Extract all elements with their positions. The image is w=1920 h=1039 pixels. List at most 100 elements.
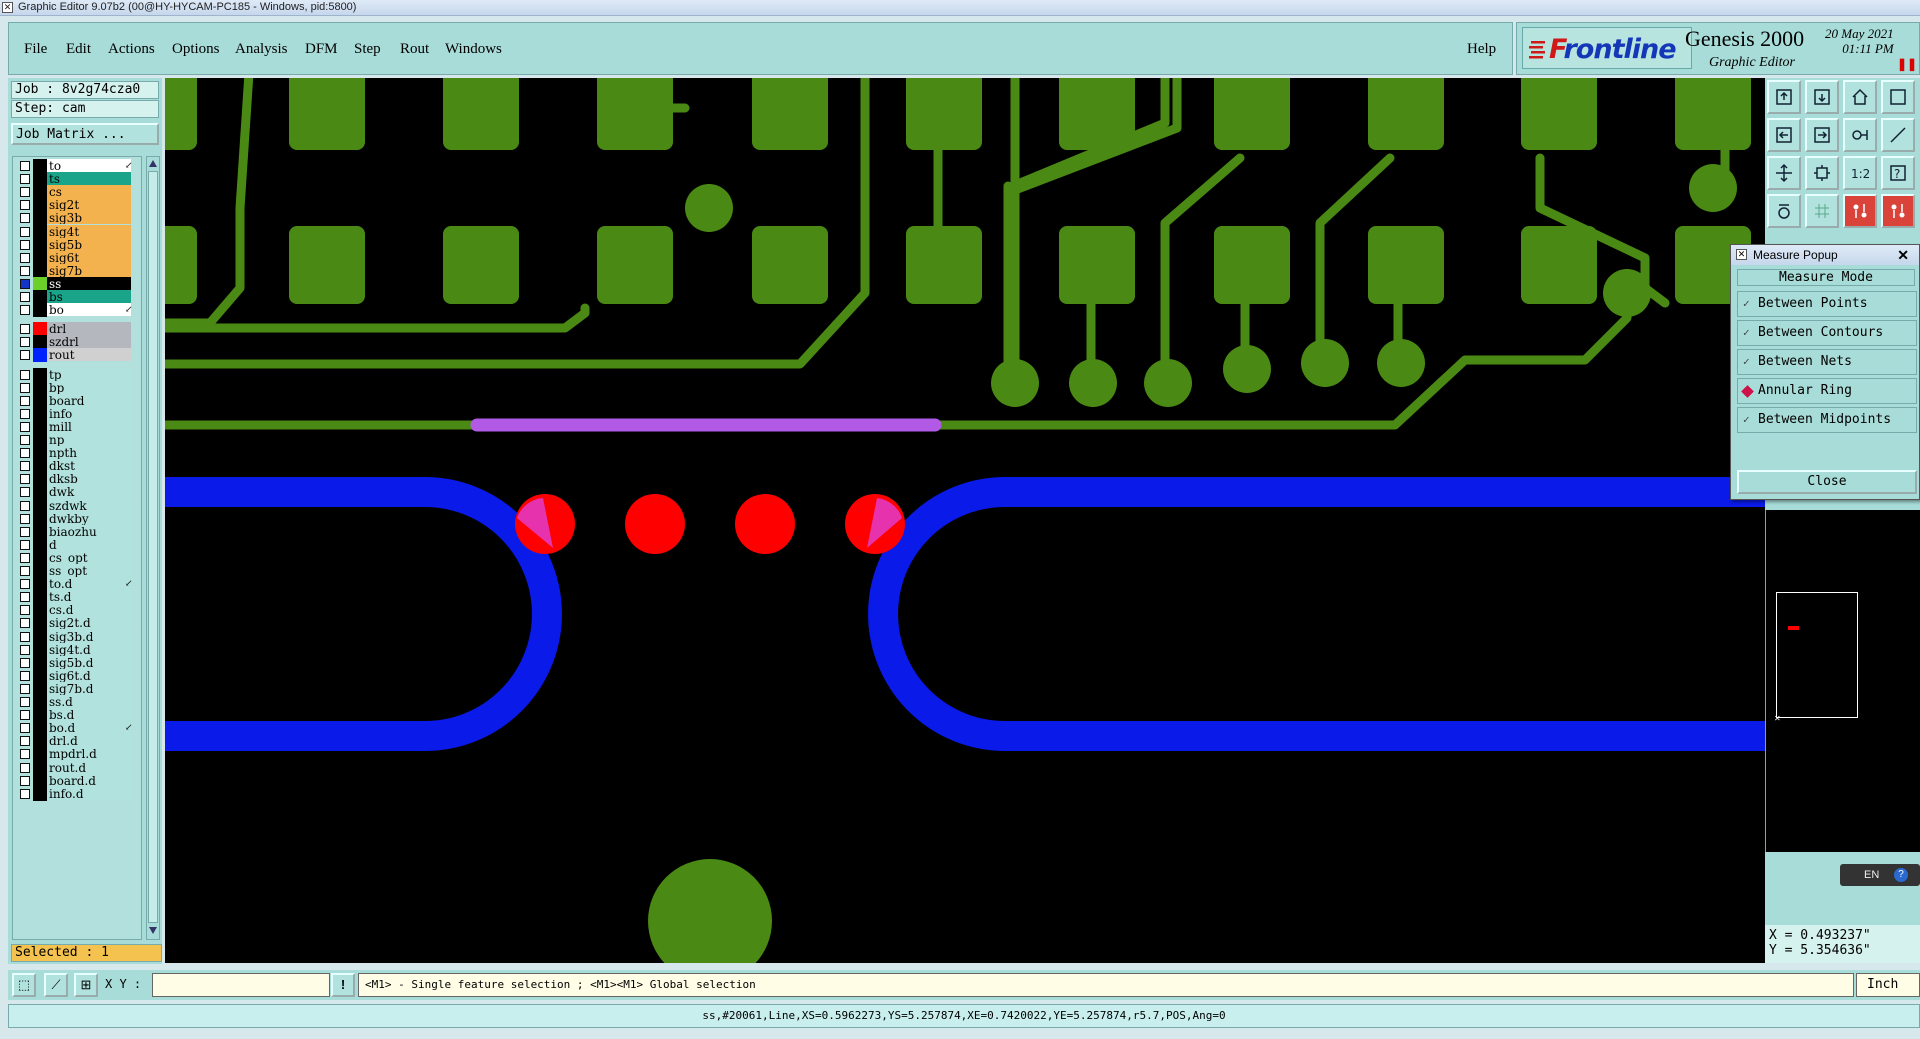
layer-checkbox[interactable] [20, 421, 30, 432]
layer-compare-icon[interactable] [1881, 194, 1915, 228]
fit-screen-icon[interactable] [1767, 156, 1801, 190]
layer-color-swatch[interactable] [33, 642, 47, 657]
layer-checkbox[interactable] [20, 252, 30, 263]
pad[interactable] [1521, 226, 1597, 304]
scroll-down-icon[interactable] [149, 927, 157, 934]
layer-scrollbar[interactable] [146, 156, 160, 940]
layer-row-cs-d[interactable]: cs.d [13, 603, 141, 618]
layer-name[interactable]: rout [47, 348, 131, 362]
layer-row-sig7b[interactable]: sig7b [13, 263, 141, 278]
layer-checkbox[interactable] [20, 448, 30, 459]
pause-icon[interactable]: ❚❚ [1897, 57, 1917, 71]
layer-name[interactable]: dksb [47, 472, 131, 486]
layer-name[interactable]: sig6t [47, 250, 131, 264]
layer-checkbox[interactable] [20, 278, 30, 289]
layer-name[interactable]: mpdrl.d [47, 747, 131, 761]
layer-row-rout[interactable]: rout [13, 348, 141, 363]
menu-options[interactable]: Options [172, 41, 220, 58]
layer-name[interactable]: tp [47, 367, 131, 381]
layer-checkbox[interactable] [20, 618, 30, 629]
layer-name[interactable]: info.d [47, 786, 131, 800]
layer-color-swatch[interactable] [33, 459, 47, 474]
layer-checkbox[interactable] [20, 775, 30, 786]
layer-name[interactable]: szdrl [47, 335, 131, 349]
layer-row-sig3b[interactable]: sig3b [13, 211, 141, 226]
layer-row-sig6t[interactable]: sig6t [13, 250, 141, 265]
pad[interactable] [1368, 78, 1444, 150]
layer-name[interactable]: cs.d [47, 603, 131, 617]
layer-row-np[interactable]: np [13, 433, 141, 447]
layer-name[interactable]: sig4t.d [47, 642, 131, 656]
via[interactable] [1301, 339, 1349, 387]
layer-row-d[interactable]: d [13, 537, 141, 552]
menu-dfm[interactable]: DFM [305, 41, 338, 58]
layer-color-swatch[interactable] [33, 472, 47, 487]
layer-color-swatch[interactable] [33, 695, 47, 709]
graphic-canvas[interactable] [165, 78, 1765, 963]
layer-row-mill[interactable]: mill [13, 419, 141, 434]
measure-option-between-midpoints[interactable]: ✓ Between Midpoints [1737, 407, 1917, 433]
layer-checkbox[interactable] [20, 592, 30, 603]
layer-name[interactable]: szdwk [47, 498, 131, 512]
line-mode-icon[interactable]: ⟋ [44, 973, 68, 997]
xy-input[interactable] [152, 973, 330, 997]
layer-color-swatch[interactable] [33, 237, 47, 252]
layer-checkbox[interactable] [20, 749, 30, 760]
layer-row-bs-d[interactable]: bs.d [13, 708, 141, 723]
layer-checkbox[interactable] [20, 174, 30, 185]
layer-row-bo-d[interactable]: bo.d ↙ [13, 721, 141, 736]
menu-step[interactable]: Step [354, 41, 381, 58]
layer-row-dwkby[interactable]: dwkby [13, 511, 141, 526]
layer-row-ts[interactable]: ts [13, 172, 141, 187]
layer-name[interactable]: rout.d [47, 760, 131, 774]
pad[interactable] [443, 226, 519, 304]
layer-color-swatch[interactable] [33, 348, 47, 363]
large-pad[interactable] [648, 859, 772, 963]
zoom-home-icon[interactable] [1767, 80, 1801, 114]
pan-left-icon[interactable] [1767, 118, 1801, 152]
grid-icon[interactable] [1805, 194, 1839, 228]
layer-color-swatch[interactable] [33, 603, 47, 618]
layer-name[interactable]: bp [47, 380, 131, 394]
layer-color-swatch[interactable] [33, 655, 47, 670]
layer-color-swatch[interactable] [33, 734, 47, 749]
layer-checkbox[interactable] [20, 710, 30, 721]
pad[interactable] [1214, 78, 1290, 150]
panel-icon[interactable] [1881, 80, 1915, 114]
ime-language[interactable]: EN [1864, 869, 1879, 881]
layer-name[interactable]: to [47, 159, 131, 172]
ime-help-icon[interactable]: ? [1894, 868, 1908, 882]
layer-color-swatch[interactable] [33, 537, 47, 552]
pan-right-icon[interactable] [1805, 118, 1839, 152]
pad[interactable] [1059, 226, 1135, 304]
layer-name[interactable]: dwk [47, 485, 131, 499]
layer-row-cs_opt[interactable]: cs_opt [13, 550, 141, 565]
measure-option-annular-ring[interactable]: Annular Ring [1737, 378, 1917, 404]
layer-row-szdrl[interactable]: szdrl [13, 335, 141, 350]
layer-color-swatch[interactable] [33, 590, 47, 605]
layer-row-dkst[interactable]: dkst [13, 459, 141, 474]
measure-option-between-nets[interactable]: ✓ Between Nets [1737, 349, 1917, 375]
pad[interactable] [289, 78, 365, 150]
layer-row-mpdrl-d[interactable]: mpdrl.d [13, 747, 141, 762]
layer-name[interactable]: biaozhu [47, 524, 131, 538]
zoom-fit-icon[interactable] [1805, 156, 1839, 190]
layer-checkbox[interactable] [20, 670, 30, 681]
layer-checkbox[interactable] [20, 239, 30, 250]
pad[interactable] [752, 226, 828, 304]
layer-name[interactable]: ss_opt [47, 564, 131, 577]
layer-checkbox[interactable] [20, 657, 30, 668]
layer-row-dwk[interactable]: dwk [13, 485, 141, 500]
layer-checkbox[interactable] [20, 305, 30, 316]
layer-checkbox[interactable] [20, 395, 30, 406]
layer-checkbox[interactable] [20, 292, 30, 302]
pad[interactable] [1521, 78, 1597, 150]
layer-row-ss-d[interactable]: ss.d [13, 695, 141, 709]
layer-color-swatch[interactable] [33, 446, 47, 461]
pad[interactable] [906, 226, 982, 304]
layer-name[interactable]: to.d [47, 577, 131, 591]
layer-checkbox[interactable] [20, 552, 30, 563]
grid-mode-icon[interactable]: ⊞ [74, 973, 98, 997]
layer-color-swatch[interactable] [33, 708, 47, 723]
rout-slot-left[interactable] [165, 477, 562, 751]
